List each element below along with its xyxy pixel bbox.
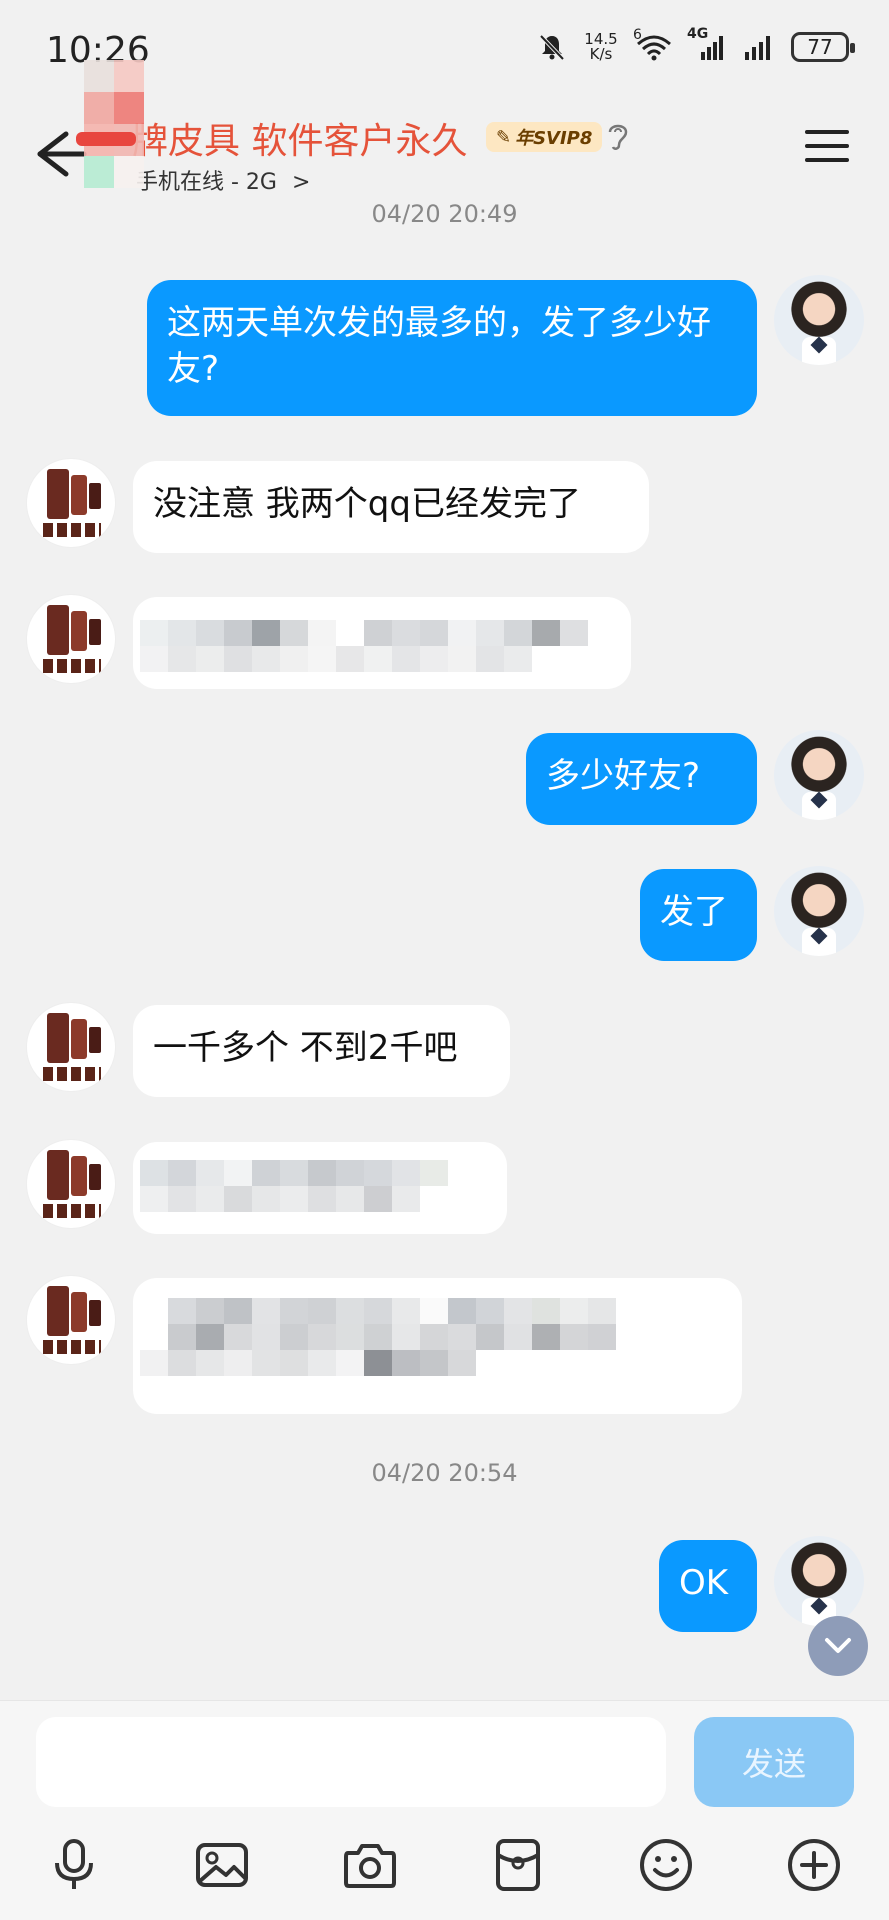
my-avatar[interactable]	[774, 866, 864, 956]
status-icons: 14.5 K/s 6 4G 77	[537, 26, 855, 63]
scroll-to-bottom-button[interactable]	[808, 1616, 868, 1676]
timestamp: 04/20 20:49	[371, 200, 518, 228]
online-status[interactable]: 手机在线 - 2G >	[136, 164, 310, 196]
my-avatar[interactable]	[774, 730, 864, 820]
camera-icon[interactable]	[340, 1835, 400, 1895]
input-toolbar	[0, 1835, 889, 1905]
contact-avatar[interactable]	[26, 1139, 116, 1229]
contact-avatar[interactable]	[26, 1275, 116, 1365]
outgoing-message[interactable]: OK	[659, 1540, 757, 1632]
emoji-icon[interactable]	[636, 1835, 696, 1895]
my-avatar[interactable]	[774, 275, 864, 365]
obscured-text	[168, 1298, 616, 1324]
incoming-message[interactable]: 一千多个 不到2千吧	[133, 1005, 510, 1097]
obscured-text	[168, 1324, 616, 1350]
obscured-text	[140, 1160, 448, 1186]
mute-bell-icon	[539, 34, 565, 61]
plus-icon[interactable]	[784, 1835, 844, 1895]
signal-icon	[745, 36, 770, 60]
signal-4g-icon: 4G	[687, 26, 727, 62]
red-arrow-mark	[76, 132, 136, 146]
contact-avatar[interactable]	[26, 594, 116, 684]
incoming-message[interactable]: 没注意 我两个qq已经发完了	[133, 461, 649, 553]
input-area: 发送	[0, 1700, 889, 1920]
svip-badge: ✎ 年SVIP8	[486, 122, 603, 152]
outgoing-message[interactable]: 这两天单次发的最多的，发了多少好友?	[147, 280, 757, 416]
svip-crown-icon: ✎	[496, 126, 512, 148]
microphone-icon[interactable]	[44, 1835, 104, 1895]
obscured-text	[140, 1186, 420, 1212]
my-avatar[interactable]	[774, 1536, 864, 1626]
contact-avatar[interactable]	[26, 458, 116, 548]
chat-title[interactable]: 牌皮具 软件客户永久	[132, 112, 467, 164]
timestamp: 04/20 20:54	[371, 1459, 518, 1487]
message-input[interactable]	[36, 1717, 666, 1807]
obscured-text	[140, 646, 532, 672]
contact-avatar[interactable]	[26, 1002, 116, 1092]
outgoing-message[interactable]: 发了	[640, 869, 757, 961]
chevron-right-icon: >	[291, 170, 311, 195]
wifi-icon: 6	[633, 27, 673, 61]
image-icon[interactable]	[192, 1835, 252, 1895]
chevron-down-icon	[825, 1638, 851, 1653]
outgoing-message[interactable]: 多少好友?	[526, 733, 757, 825]
obscured-avatar	[84, 60, 144, 190]
ear-icon[interactable]	[604, 118, 632, 154]
menu-button[interactable]	[805, 128, 849, 164]
send-button[interactable]: 发送	[694, 1717, 854, 1807]
red-packet-icon[interactable]	[488, 1835, 548, 1895]
obscured-text	[140, 1350, 476, 1376]
net-speed: 14.5 K/s	[584, 30, 618, 63]
obscured-text	[140, 620, 588, 646]
battery-icon: 77	[791, 32, 855, 62]
